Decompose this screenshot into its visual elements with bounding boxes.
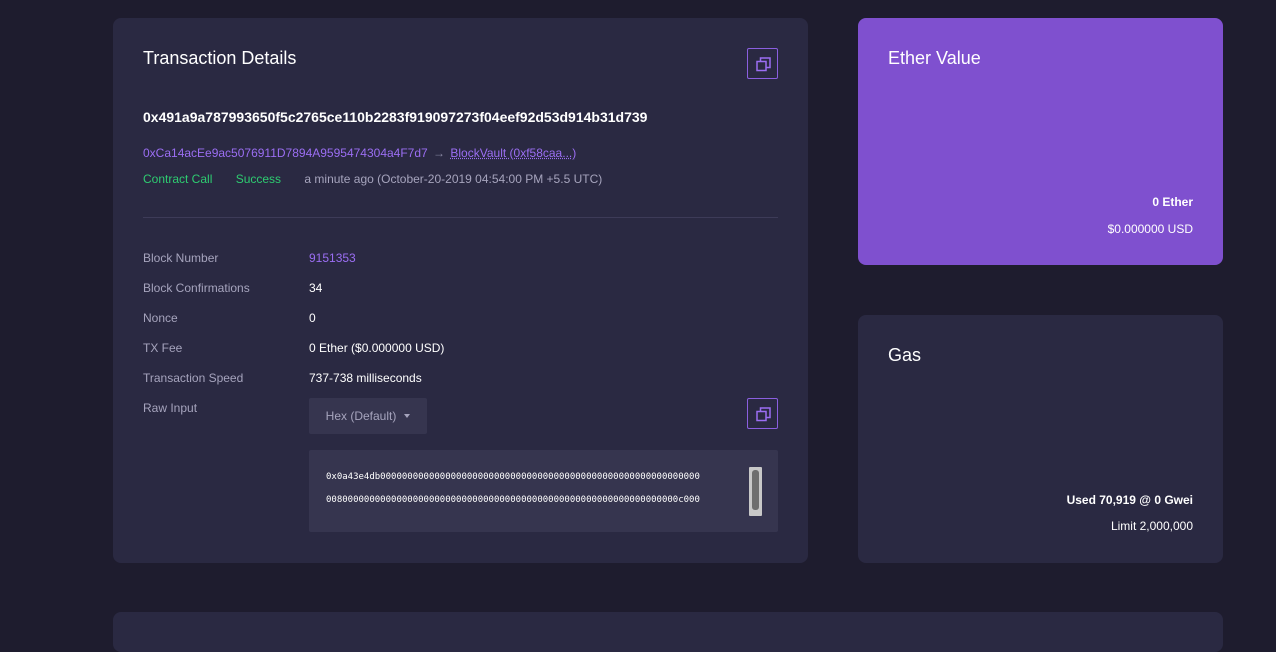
raw-input-line: 0080000000000000000000000000000000000000… — [326, 495, 700, 505]
ether-usd-amount: $0.000000 USD — [1107, 222, 1193, 236]
arrow-right-icon: → — [433, 146, 446, 160]
raw-input-textarea[interactable]: 0x0a43e4db000000000000000000000000000000… — [309, 450, 778, 532]
transaction-details-card: Transaction Details 0x491a9a787993650f5c… — [113, 18, 808, 563]
gas-used: Used 70,919 @ 0 Gwei — [1066, 493, 1193, 507]
gas-title: Gas — [888, 345, 922, 365]
transaction-hash: 0x491a9a787993650f5c2765ce110b2283f91909… — [143, 109, 648, 125]
scrollbar-thumb[interactable] — [752, 470, 759, 510]
block-confirmations-value: 34 — [309, 281, 323, 295]
gas-limit: Limit 2,000,000 — [1110, 519, 1193, 533]
nonce-value: 0 — [309, 311, 316, 325]
block-number-label: Block Number — [143, 251, 219, 265]
copy-icon — [756, 407, 771, 422]
raw-input-label: Raw Input — [143, 401, 198, 415]
raw-input-format-select[interactable]: Hex (Default) — [309, 398, 427, 434]
gas-card: Gas Used 70,919 @ 0 Gwei Limit 2,000,000 — [858, 315, 1223, 563]
copy-icon — [756, 57, 771, 72]
raw-input-line: 0x0a43e4db000000000000000000000000000000… — [326, 472, 700, 482]
ether-value-card: Ether Value 0 Ether $0.000000 USD — [858, 18, 1223, 265]
copy-transaction-button[interactable] — [747, 48, 778, 79]
status-badge: Success — [235, 172, 282, 186]
nonce-label: Nonce — [143, 311, 178, 325]
raw-input-scrollbar[interactable] — [749, 467, 762, 516]
transaction-status-row: Contract Call Success a minute ago (Octo… — [143, 172, 602, 186]
transaction-type-badge: Contract Call — [143, 172, 213, 186]
transaction-details-title: Transaction Details — [143, 48, 297, 68]
bottom-card — [113, 612, 1223, 652]
ether-value-title: Ether Value — [888, 48, 981, 68]
tx-fee-label: TX Fee — [143, 341, 183, 355]
block-confirmations-label: Block Confirmations — [143, 281, 250, 295]
to-address-link[interactable]: BlockVault (0xf58caa...) — [450, 146, 576, 160]
block-number-link[interactable]: 9151353 — [309, 251, 356, 265]
transaction-route: 0xCa14acEe9ac5076911D7894A9595474304a4F7… — [143, 146, 576, 160]
transaction-timestamp: a minute ago (October-20-2019 04:54:00 P… — [304, 172, 603, 186]
divider — [143, 217, 778, 218]
from-address[interactable]: 0xCa14acEe9ac5076911D7894A9595474304a4F7… — [143, 146, 428, 160]
ether-amount: 0 Ether — [1152, 195, 1193, 209]
tx-fee-value: 0 Ether ($0.000000 USD) — [309, 341, 445, 355]
raw-input-format-value: Hex (Default) — [325, 409, 397, 423]
chevron-down-icon — [404, 414, 411, 418]
transaction-speed-label: Transaction Speed — [143, 371, 244, 385]
copy-raw-input-button[interactable] — [747, 398, 778, 429]
transaction-speed-value: 737-738 milliseconds — [309, 371, 422, 385]
